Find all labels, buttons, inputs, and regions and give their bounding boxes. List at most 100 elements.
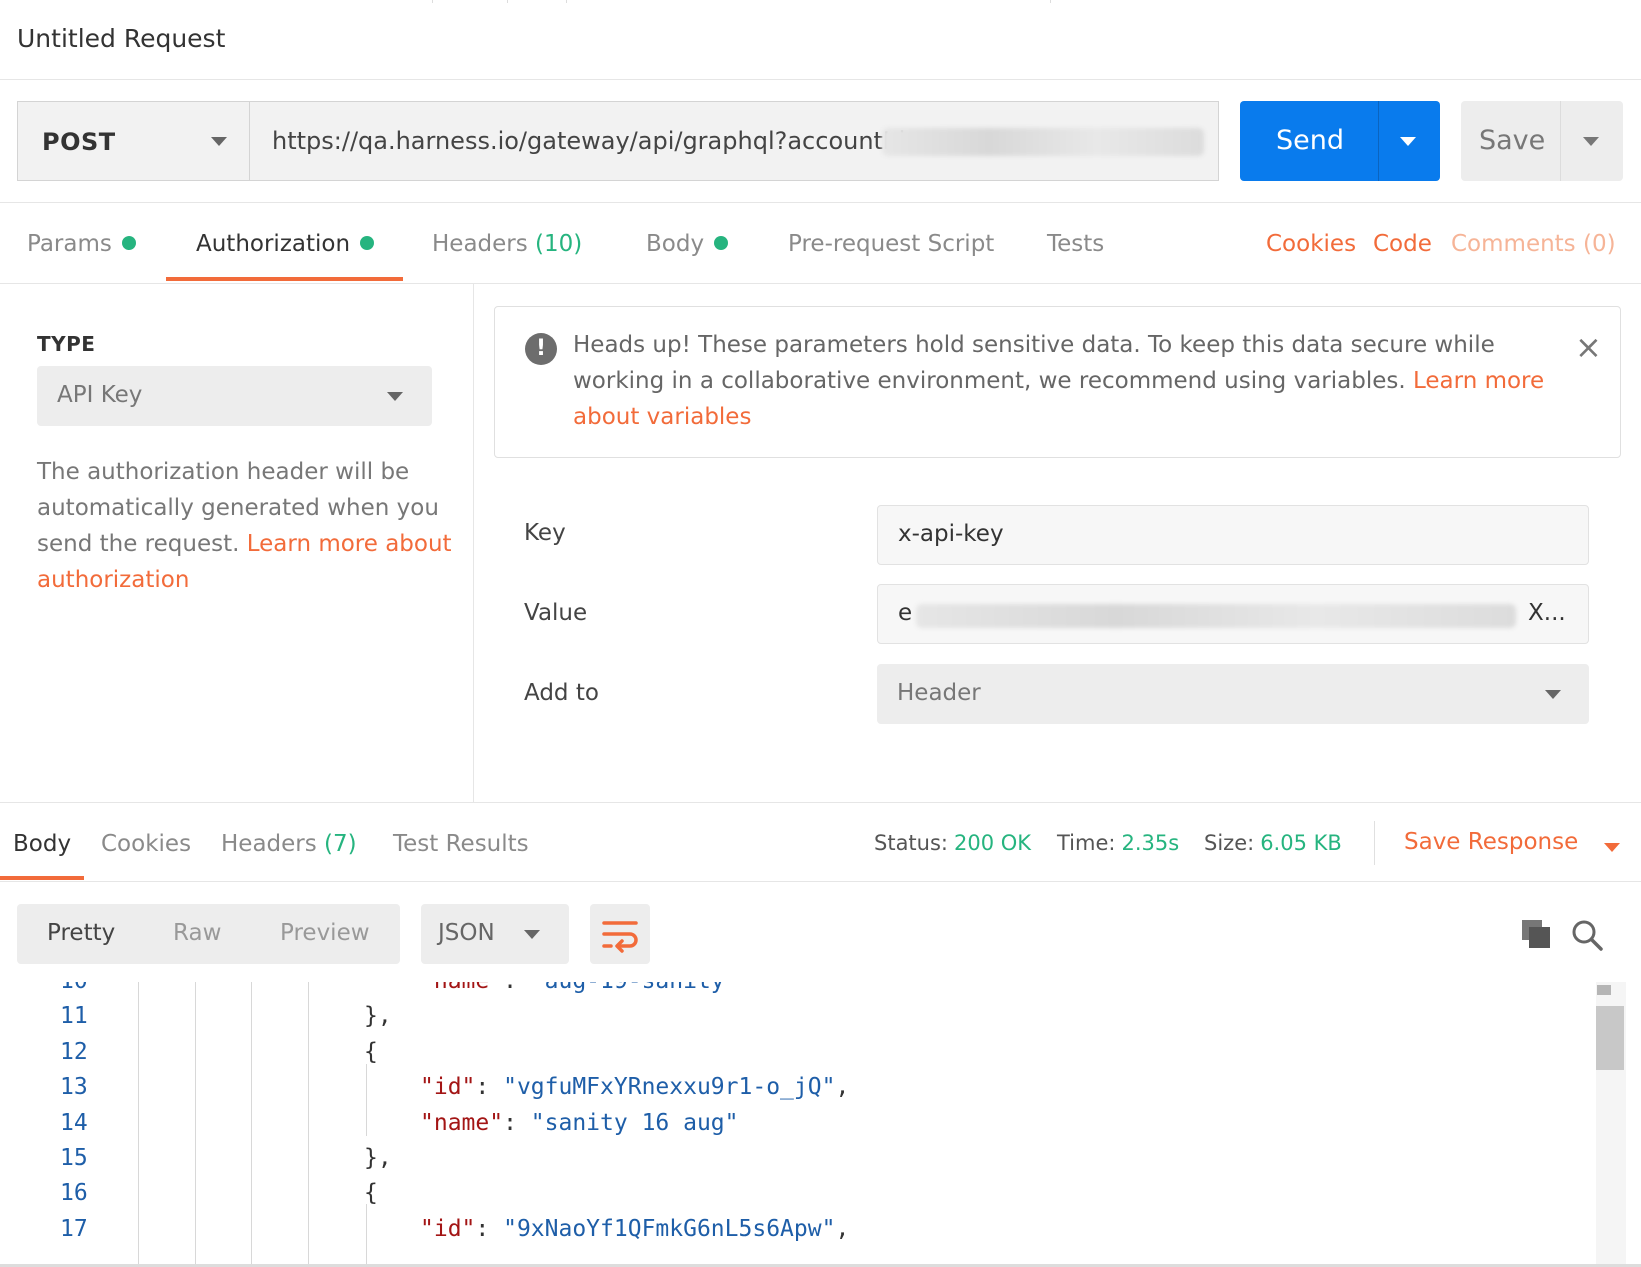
time-meta: Time: 2.35s	[1057, 831, 1179, 855]
status-dot-icon	[360, 236, 375, 250]
line-number: 14	[60, 1109, 88, 1136]
line-number: 11	[60, 1003, 88, 1030]
request-tabs: Params Authorization Headers (10) Body P…	[0, 202, 1641, 284]
size-label: Size:	[1204, 831, 1255, 855]
search-icon-glyph	[1572, 920, 1603, 951]
json-value: "sanity 16 aug"	[530, 1109, 739, 1136]
tab-label: Headers	[221, 831, 317, 857]
line-number: 10	[60, 982, 88, 994]
code-content: },	[364, 1003, 392, 1029]
code-content: "name": "aug-19-sanity"	[420, 982, 739, 994]
wrap-lines-button[interactable]	[590, 904, 650, 964]
divider	[1378, 101, 1379, 181]
chevron-down-icon	[1545, 690, 1561, 699]
tab-params[interactable]: Params	[27, 231, 136, 257]
request-title-bar: Untitled Request	[0, 0, 1641, 80]
send-label: Send	[1276, 125, 1345, 156]
scroll-up-arrow-icon[interactable]	[1597, 985, 1611, 995]
format-select[interactable]: JSON	[421, 904, 569, 964]
line-number: 15	[60, 1145, 88, 1171]
key-label: Key	[524, 520, 566, 546]
json-punctuation: {	[364, 1180, 378, 1207]
auth-type-panel: TYPE API Key The authorization header wi…	[0, 284, 474, 802]
code-link[interactable]: Code	[1373, 231, 1432, 257]
json-comma: ,	[835, 1074, 850, 1101]
save-button[interactable]: Save	[1461, 101, 1623, 181]
tab-response-headers[interactable]: Headers (7)	[221, 831, 357, 857]
json-punctuation: },	[364, 1003, 392, 1030]
close-icon[interactable]: ×	[1575, 331, 1602, 363]
search-icon[interactable]	[1570, 918, 1604, 952]
json-colon: :	[475, 1215, 504, 1242]
tab-response-cookies[interactable]: Cookies	[101, 831, 191, 857]
send-button[interactable]: Send	[1240, 101, 1440, 181]
code-line: 16 {	[0, 1180, 1590, 1216]
raw-button[interactable]: Raw	[173, 920, 221, 946]
line-number: 13	[60, 1074, 88, 1101]
time-value: 2.35s	[1121, 831, 1180, 855]
comments-link[interactable]: Comments (0)	[1451, 231, 1616, 257]
json-colon: :	[475, 1074, 504, 1101]
status-meta: Status: 200 OK	[874, 831, 1031, 855]
redacted-account-id	[882, 128, 1204, 156]
save-label: Save	[1479, 125, 1546, 156]
divider	[432, 0, 433, 3]
chevron-down-icon[interactable]	[1583, 137, 1599, 146]
preview-button[interactable]: Preview	[280, 920, 370, 946]
response-body-viewer[interactable]: 10 "name": "aug-19-sanity" 11}, 12 {13 "id": …	[0, 982, 1641, 1267]
wrap-lines-icon	[602, 921, 638, 953]
line-number: 17	[60, 1215, 88, 1242]
tab-headers[interactable]: Headers (10)	[432, 231, 582, 257]
tab-label: Params	[27, 231, 112, 257]
code-content: },	[364, 1145, 392, 1171]
tab-response-body[interactable]: Body	[13, 831, 71, 857]
divider	[1374, 821, 1375, 865]
status-dot-icon	[714, 236, 729, 250]
tab-count: (7)	[324, 831, 357, 857]
chevron-down-icon[interactable]	[1400, 137, 1416, 146]
auth-type-value: API Key	[57, 382, 143, 408]
tab-count: (10)	[535, 231, 583, 257]
time-label: Time:	[1057, 831, 1116, 855]
json-colon: :	[503, 1109, 531, 1136]
value-input[interactable]: e X...	[877, 584, 1589, 644]
request-title[interactable]: Untitled Request	[17, 24, 225, 53]
add-to-value: Header	[897, 680, 981, 706]
tab-tests[interactable]: Tests	[1047, 231, 1104, 257]
tab-pre-request-script[interactable]: Pre-request Script	[788, 231, 994, 257]
copy-icon[interactable]	[1520, 918, 1552, 950]
line-number: 12	[60, 1038, 88, 1065]
value-prefix: e	[898, 600, 913, 626]
pretty-button[interactable]: Pretty	[47, 920, 115, 946]
code-content: "id": "vgfuMFxYRnexxu9r1-o_jQ",	[420, 1074, 849, 1100]
scrollbar-thumb[interactable]	[1596, 1006, 1624, 1070]
line-number: 16	[60, 1180, 88, 1207]
code-line: 15},	[0, 1145, 1590, 1181]
sensitive-data-notice: ! Heads up! These parameters hold sensit…	[494, 306, 1621, 458]
save-response-button[interactable]: Save Response	[1404, 829, 1620, 855]
chevron-down-icon	[387, 392, 403, 401]
method-select[interactable]: POST	[17, 101, 249, 181]
key-value: x-api-key	[898, 521, 1004, 547]
tab-body[interactable]: Body	[646, 231, 729, 257]
cookies-link[interactable]: Cookies	[1266, 231, 1356, 257]
code-line: 10 "name": "aug-19-sanity"	[0, 982, 1590, 1004]
auth-type-select[interactable]: API Key	[37, 366, 432, 426]
code-line: 13 "id": "vgfuMFxYRnexxu9r1-o_jQ",	[0, 1074, 1590, 1110]
status-dot-icon	[121, 236, 136, 250]
chevron-down-icon	[1604, 843, 1620, 852]
tab-label: Headers	[432, 231, 528, 257]
save-response-label: Save Response	[1404, 829, 1579, 855]
key-input[interactable]: x-api-key	[877, 505, 1589, 565]
add-to-select[interactable]: Header	[877, 664, 1589, 724]
redacted-api-key	[916, 604, 1516, 628]
json-value: "vgfuMFxYRnexxu9r1-o_jQ"	[503, 1074, 836, 1101]
chevron-down-icon	[524, 930, 540, 939]
auth-description: The authorization header will be automat…	[37, 454, 457, 598]
url-input[interactable]: https://qa.harness.io/gateway/api/graphq…	[249, 101, 1219, 181]
json-punctuation: {	[364, 1038, 378, 1065]
tab-test-results[interactable]: Test Results	[393, 831, 529, 857]
tab-authorization[interactable]: Authorization	[196, 231, 375, 257]
chevron-down-icon	[211, 137, 227, 146]
json-colon: :	[503, 982, 531, 994]
